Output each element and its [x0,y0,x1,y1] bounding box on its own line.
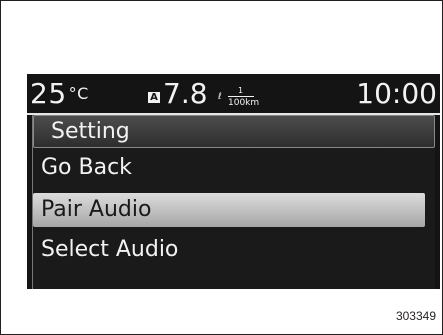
menu-title: Setting [51,119,130,144]
menu-title-bar: Setting [33,115,435,148]
menu-item-label: Pair Audio [41,197,152,222]
menu-item-label: Go Back [41,155,132,180]
fuel-unit-numerator: 1 [238,86,244,95]
figure-id: 303349 [395,309,436,323]
settings-menu: Setting Go Back Pair Audio Select Audio [32,115,435,289]
clock: 10:00 [356,77,437,110]
outside-temperature: 25 °C [30,78,89,110]
fuel-mode-badge: A [148,92,160,103]
temperature-value: 25 [30,77,67,110]
figure-frame: 25 °C A 7.8 ℓ 1 100km 10:00 Setting Go Ba… [0,0,443,335]
temperature-unit: °C [68,84,89,103]
status-bar: 25 °C A 7.8 ℓ 1 100km 10:00 [27,74,440,116]
fuel-unit-denominator: 100km [228,98,260,108]
fuel-economy-unit: ℓ 1 100km [218,86,264,108]
fuel-unit-liter: ℓ [218,92,222,102]
menu-item-select-audio[interactable]: Select Audio [33,233,425,267]
fuel-economy-value: 7.8 [163,77,208,110]
multi-function-display: 25 °C A 7.8 ℓ 1 100km 10:00 Setting Go Ba… [27,74,440,289]
fuel-unit-fraction-bar [228,96,254,97]
menu-item-go-back[interactable]: Go Back [33,151,425,185]
menu-item-pair-audio[interactable]: Pair Audio [33,193,425,227]
menu-item-label: Select Audio [41,237,179,262]
